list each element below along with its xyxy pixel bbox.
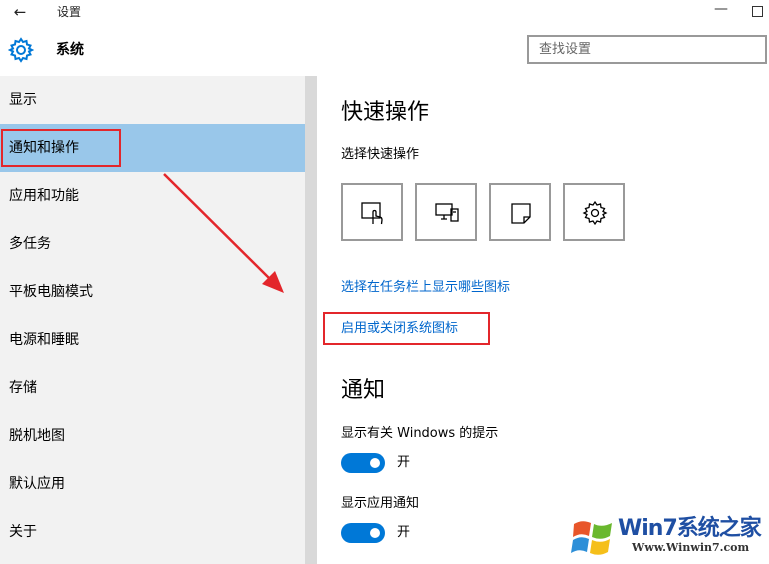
title-bar: ← 设置 — [0,0,769,24]
sidebar-item-label: 显示 [9,92,37,108]
section-title: 系统 [56,42,84,58]
sidebar-item-label: 脱机地图 [9,428,65,444]
quick-actions-subtitle: 选择快速操作 [341,147,420,162]
sidebar-item-label: 多任务 [9,236,51,252]
quick-action-tile-settings[interactable] [563,183,625,241]
sidebar-item-label: 电源和睡眠 [9,332,79,348]
app-notifications-toggle[interactable] [341,523,385,543]
back-arrow-icon[interactable]: ← [10,3,30,21]
sidebar-item-tablet-mode[interactable]: 平板电脑模式 [0,268,305,316]
windows-tips-label: 显示有关 Windows 的提示 [341,426,499,441]
windows-flag-logo [571,521,612,555]
sidebar-scrollbar[interactable] [305,76,317,564]
highlight-box-sidebar [1,129,121,167]
watermark: Win7系统之家 Www.Winwin7.com [568,511,768,564]
sidebar-item-apps[interactable]: 应用和功能 [0,172,305,220]
sidebar-item-label: 应用和功能 [9,188,79,204]
settings-header: 系统 [0,24,769,76]
sidebar-item-multitasking[interactable]: 多任务 [0,220,305,268]
quick-actions-heading: 快速操作 [341,100,430,125]
gear-icon [8,37,34,63]
watermark-logo-text: Win7系统之家 [618,516,762,541]
tablet-mode-icon [361,202,383,225]
toggle-knob [370,528,380,538]
sidebar-item-offline-maps[interactable]: 脱机地图 [0,412,305,460]
notifications-heading: 通知 [341,378,386,403]
maximize-icon [752,6,763,17]
windows-tips-toggle[interactable] [341,453,385,473]
sidebar-item-default-apps[interactable]: 默认应用 [0,460,305,508]
note-icon [511,203,531,224]
quick-action-tile-note[interactable] [489,183,551,241]
app-notifications-label: 显示应用通知 [341,496,420,511]
maximize-button[interactable] [746,0,769,22]
taskbar-icons-link[interactable]: 选择在任务栏上显示哪些图标 [341,279,510,297]
sidebar-item-label: 默认应用 [9,476,65,492]
sidebar-item-label: 关于 [9,524,37,540]
highlight-box-link [323,312,490,345]
window-title: 设置 [57,5,82,19]
search-box[interactable] [527,35,767,64]
watermark-url: Www.Winwin7.com [632,541,750,554]
quick-action-tile-tablet[interactable] [341,183,403,241]
windows-tips-state: 开 [397,455,411,470]
all-settings-icon [582,200,608,226]
sidebar-item-label: 存储 [9,380,37,396]
connect-icon [435,203,459,222]
toggle-knob [370,458,380,468]
sidebar-item-about[interactable]: 关于 [0,508,305,556]
sidebar-item-label: 平板电脑模式 [9,284,93,300]
sidebar-item-power[interactable]: 电源和睡眠 [0,316,305,364]
search-input[interactable] [529,37,759,62]
sidebar-item-display[interactable]: 显示 [0,76,305,124]
app-notifications-state: 开 [397,525,411,540]
minimize-button[interactable]: — [706,0,736,22]
sidebar-item-storage[interactable]: 存储 [0,364,305,412]
quick-action-tile-connect[interactable] [415,183,477,241]
